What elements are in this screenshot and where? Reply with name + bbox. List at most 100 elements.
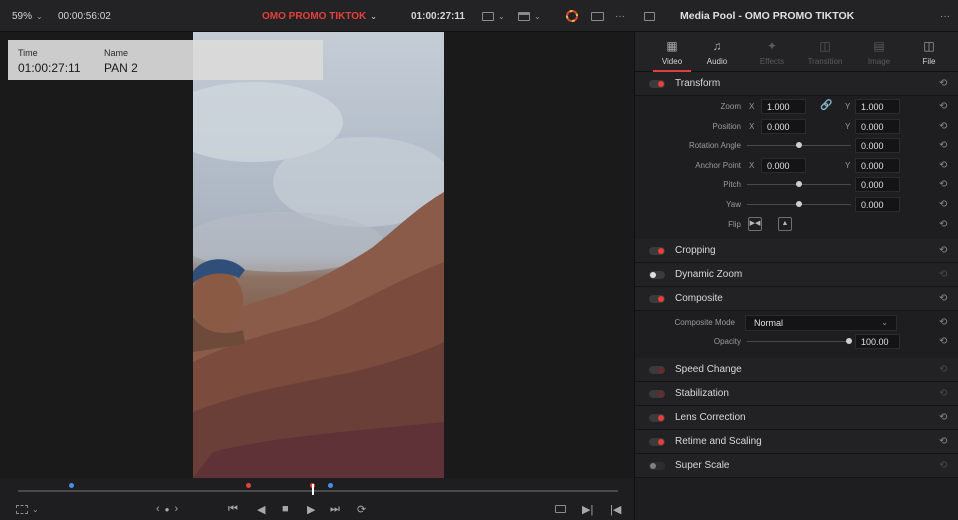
reset-icon[interactable]: ⟲ <box>939 200 949 210</box>
anchor-x-field[interactable]: 0.000 <box>761 158 806 173</box>
section-transform[interactable]: Transform ⟲ <box>635 72 958 96</box>
panel-title: Media Pool - OMO PROMO TIKTOK <box>680 10 855 22</box>
section-speed-change[interactable]: Speed Change ⟲ <box>635 358 958 382</box>
go-to-end-button[interactable]: ⏭ <box>330 502 340 516</box>
reset-icon[interactable]: ⟲ <box>939 389 949 399</box>
pitch-field[interactable]: 0.000 <box>855 177 900 192</box>
scrub-track[interactable] <box>18 490 618 492</box>
view-options-button[interactable]: ⌄ <box>16 502 39 516</box>
stabilization-toggle[interactable] <box>649 390 665 398</box>
composite-mode-select[interactable]: Normal ⌄ <box>745 315 897 331</box>
match-frame-button[interactable] <box>555 502 566 516</box>
anchor-x-label: X <box>749 161 755 170</box>
zoom-x-field[interactable]: 1.000 <box>761 99 806 114</box>
cropping-toggle[interactable] <box>649 247 665 255</box>
flip-vertical-button[interactable]: ▲ <box>778 217 792 231</box>
zoom-dropdown[interactable]: 59% ⌄ <box>12 0 43 32</box>
reset-icon[interactable]: ⟲ <box>939 246 949 256</box>
clip-view-button[interactable]: ⌄ <box>518 0 541 32</box>
lens-correction-toggle[interactable] <box>649 414 665 422</box>
reset-icon[interactable]: ⟲ <box>939 270 949 280</box>
zoom-y-field[interactable]: 1.000 <box>855 99 900 114</box>
reset-icon[interactable]: ⟲ <box>939 220 949 230</box>
rotation-slider[interactable] <box>747 142 851 148</box>
rotation-field[interactable]: 0.000 <box>855 138 900 153</box>
color-picker-button[interactable] <box>565 0 579 32</box>
viewer[interactable]: Time Name 01:00:27:11 PAN 2 <box>0 32 634 478</box>
reset-icon[interactable]: ⟲ <box>939 461 949 471</box>
composite-toggle[interactable] <box>649 295 665 303</box>
composite-title: Composite <box>675 293 723 304</box>
reset-icon[interactable]: ⟲ <box>939 337 949 347</box>
opacity-field[interactable]: 100.00 <box>855 334 900 349</box>
zoom-label: Zoom <box>720 102 741 111</box>
prev-edit-button[interactable]: |◀ <box>610 502 621 516</box>
duration-timecode: 00:00:56:02 <box>58 10 111 22</box>
opacity-slider[interactable] <box>747 338 852 344</box>
frame-icon <box>16 504 28 514</box>
viewer-layout-button[interactable]: ⌄ <box>482 0 505 32</box>
retime-toggle[interactable] <box>649 438 665 446</box>
reset-icon[interactable]: ⟲ <box>939 365 949 375</box>
dynamic-zoom-toggle[interactable] <box>649 271 665 279</box>
section-super-scale[interactable]: Super Scale ⟲ <box>635 454 958 478</box>
section-stabilization[interactable]: Stabilization ⟲ <box>635 382 958 406</box>
playhead[interactable] <box>312 484 314 495</box>
rotation-slider-knob[interactable] <box>796 142 802 148</box>
safe-area-button[interactable] <box>591 0 604 32</box>
yaw-field[interactable]: 0.000 <box>855 197 900 212</box>
flip-row: Flip ▶◀ ▲ ⟲ <box>635 215 958 235</box>
panel-more-button[interactable]: ··· <box>940 0 950 32</box>
super-scale-toggle[interactable] <box>649 462 665 470</box>
position-x-field[interactable]: 0.000 <box>761 119 806 134</box>
viewer-more-button[interactable]: ··· <box>615 0 625 32</box>
jog-control[interactable]: ‹ ● › <box>156 502 178 516</box>
position-y-field[interactable]: 0.000 <box>855 119 900 134</box>
pitch-slider-knob[interactable] <box>796 181 802 187</box>
link-icon[interactable]: 🔗 <box>820 100 832 111</box>
reset-icon[interactable]: ⟲ <box>939 413 949 423</box>
loop-button[interactable]: ⟳ <box>357 502 366 516</box>
marker-red[interactable] <box>246 483 251 488</box>
reset-icon[interactable]: ⟲ <box>939 180 949 190</box>
tab-transition[interactable]: ◫ Transition <box>799 32 851 72</box>
scrub-bar[interactable] <box>0 478 634 498</box>
pitch-slider[interactable] <box>747 181 851 187</box>
tab-audio[interactable]: ♫ Audio <box>691 32 743 72</box>
reset-icon[interactable]: ⟲ <box>939 141 949 151</box>
stop-button[interactable]: ■ <box>282 502 289 516</box>
reset-icon[interactable]: ⟲ <box>939 102 949 112</box>
marker-blue[interactable] <box>328 483 333 488</box>
rotation-row: Rotation Angle 0.000 ⟲ <box>635 136 958 156</box>
section-retime-scaling[interactable]: Retime and Scaling ⟲ <box>635 430 958 454</box>
reset-icon[interactable]: ⟲ <box>939 161 949 171</box>
reset-icon[interactable]: ⟲ <box>939 79 949 89</box>
marker-blue[interactable] <box>69 483 74 488</box>
reset-icon[interactable]: ⟲ <box>939 294 949 304</box>
section-lens-correction[interactable]: Lens Correction ⟲ <box>635 406 958 430</box>
flip-horizontal-button[interactable]: ▶◀ <box>748 217 762 231</box>
section-composite[interactable]: Composite ⟲ <box>635 287 958 311</box>
play-button[interactable]: ▶ <box>307 502 315 516</box>
reset-icon[interactable]: ⟲ <box>939 318 949 328</box>
anchor-y-field[interactable]: 0.000 <box>855 158 900 173</box>
tab-file-label: File <box>922 57 936 66</box>
tab-effects[interactable]: ✦ Effects <box>746 32 798 72</box>
yaw-slider-knob[interactable] <box>796 201 802 207</box>
speed-change-toggle[interactable] <box>649 366 665 374</box>
inspector-toggle-button[interactable] <box>644 0 655 32</box>
next-edit-button[interactable]: ▶| <box>582 502 593 516</box>
section-cropping[interactable]: Cropping ⟲ <box>635 239 958 263</box>
play-reverse-button[interactable]: ◀ <box>257 502 265 516</box>
transform-toggle[interactable] <box>649 80 665 88</box>
timeline-name-dropdown[interactable]: OMO PROMO TIKTOK ⌄ <box>262 0 377 32</box>
tab-file[interactable]: ◫ File <box>903 32 955 72</box>
tab-image[interactable]: ▤ Image <box>853 32 905 72</box>
yaw-slider[interactable] <box>747 201 851 207</box>
section-dynamic-zoom[interactable]: Dynamic Zoom ⟲ <box>635 263 958 287</box>
reset-icon[interactable]: ⟲ <box>939 122 949 132</box>
opacity-slider-knob[interactable] <box>846 338 852 344</box>
reset-icon[interactable]: ⟲ <box>939 437 949 447</box>
go-to-start-button[interactable]: ⏮ <box>228 502 238 516</box>
skip-back-icon: ⏮ <box>228 502 238 515</box>
